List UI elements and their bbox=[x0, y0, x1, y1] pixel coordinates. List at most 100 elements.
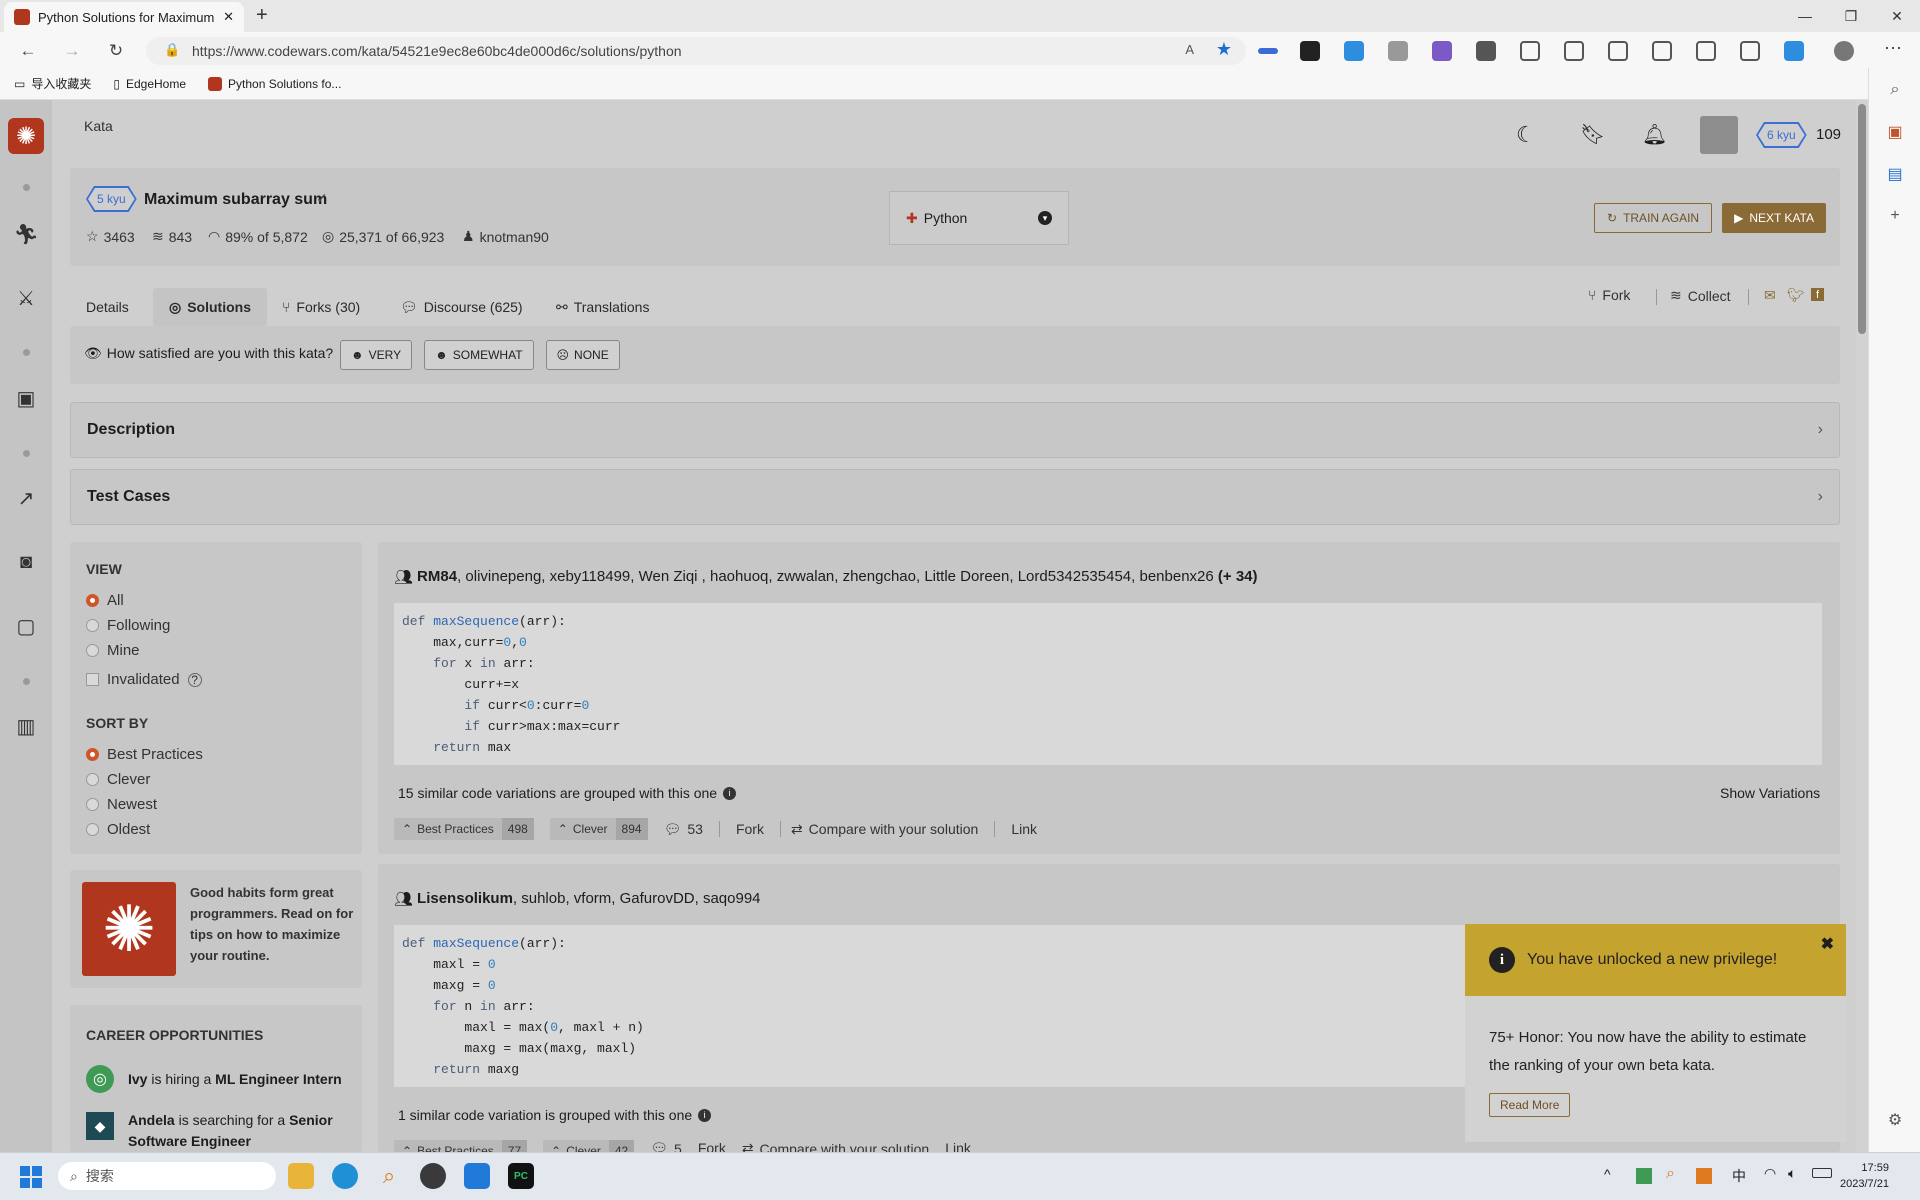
compare-button[interactable]: ⇄ Compare with your solution bbox=[742, 1140, 929, 1152]
extension-icon[interactable] bbox=[1258, 48, 1278, 54]
practice-icon[interactable]: ⚔ bbox=[14, 286, 38, 310]
search-app-icon[interactable]: ⌕ bbox=[376, 1163, 402, 1189]
forward-icon[interactable]: → bbox=[58, 38, 86, 64]
lead-author[interactable]: RM84 bbox=[417, 568, 457, 585]
search-icon[interactable]: ⌕ bbox=[1885, 80, 1905, 100]
codewars-logo-icon[interactable]: ✺ bbox=[8, 118, 44, 154]
sort-oldest-radio[interactable]: Oldest bbox=[86, 817, 203, 842]
tab-translations[interactable]: ⚯ Translations bbox=[540, 288, 665, 326]
steam-icon[interactable] bbox=[420, 1163, 446, 1189]
vote-very-button[interactable]: ☻ VERY bbox=[340, 340, 413, 370]
view-all-radio[interactable]: All bbox=[86, 588, 202, 613]
discord-icon[interactable]: ◙ bbox=[14, 550, 38, 574]
sort-best-practices-radio[interactable]: Best Practices bbox=[86, 742, 203, 767]
add-icon[interactable]: + bbox=[1885, 206, 1905, 226]
taskbar-search[interactable]: ⌕ 搜索 bbox=[58, 1162, 276, 1190]
section-title[interactable]: Kata bbox=[84, 118, 113, 134]
link-button[interactable]: Link bbox=[945, 1140, 971, 1152]
show-variations-link[interactable]: Show Variations bbox=[1720, 785, 1820, 801]
split-screen-icon[interactable] bbox=[1564, 41, 1584, 61]
briefcase-icon[interactable]: ▣ bbox=[14, 386, 38, 410]
more-authors[interactable]: (+ 34) bbox=[1214, 568, 1258, 585]
restore-button[interactable]: ❐ bbox=[1828, 0, 1874, 32]
extension-icon[interactable] bbox=[1300, 41, 1320, 61]
settings-more-icon[interactable]: ⋯ bbox=[1884, 38, 1902, 59]
training-icon[interactable]: 🏃︎ bbox=[13, 222, 38, 246]
input-method-indicator[interactable]: 中 bbox=[1732, 1166, 1746, 1186]
chat-icon[interactable]: ▢ bbox=[14, 614, 38, 638]
read-more-button[interactable]: Read More bbox=[1489, 1093, 1571, 1117]
windows-start-icon[interactable] bbox=[20, 1166, 42, 1188]
test-cases-section[interactable]: Test Cases › bbox=[70, 469, 1840, 525]
minimize-button[interactable]: — bbox=[1782, 0, 1828, 32]
compare-button[interactable]: ⇄ Compare with your solution bbox=[791, 821, 978, 838]
author-stat[interactable]: ♟ knotman90 bbox=[462, 228, 549, 245]
toolbox-icon[interactable]: ▣ bbox=[1885, 122, 1905, 142]
trending-icon[interactable]: ↗ bbox=[14, 486, 38, 510]
best-practices-vote-button[interactable]: ⌃ Best Practices 498 bbox=[394, 818, 534, 840]
address-bar[interactable]: 🔒 https://www.codewars.com/kata/54521e9e… bbox=[146, 37, 1246, 65]
description-section[interactable]: Description › bbox=[70, 402, 1840, 458]
book-icon[interactable]: ▥ bbox=[14, 714, 38, 738]
clever-vote-button[interactable]: ⌃ Clever 894 bbox=[549, 818, 648, 840]
close-window-button[interactable]: ✕ bbox=[1874, 0, 1920, 32]
fork-solution-button[interactable]: Fork bbox=[698, 1140, 726, 1152]
tab-discourse[interactable]: 💬︎ Discourse (625) bbox=[384, 288, 539, 326]
clock[interactable]: 17:59 2023/7/21 bbox=[1840, 1160, 1889, 1192]
language-select[interactable]: ✚ Python ▾ bbox=[889, 191, 1069, 245]
clever-vote-button[interactable]: ⌃ Clever 42 bbox=[543, 1140, 635, 1152]
info-icon[interactable]: i bbox=[723, 786, 737, 800]
dark-mode-icon[interactable]: ☾ bbox=[1516, 122, 1536, 148]
tab-forks[interactable]: ⑂ Forks (30) bbox=[266, 288, 376, 326]
file-explorer-icon[interactable] bbox=[288, 1163, 314, 1189]
favorites-icon[interactable] bbox=[1608, 41, 1628, 61]
train-again-button[interactable]: ↻ TRAIN AGAIN bbox=[1594, 203, 1713, 233]
profile-icon[interactable] bbox=[1834, 41, 1854, 61]
bookmark-python-solutions[interactable]: Python Solutions fo... bbox=[208, 76, 341, 91]
co-authors[interactable]: , suhlob, vform, GafurovDD, saqo994 bbox=[513, 890, 761, 907]
vote-none-button[interactable]: ☹ NONE bbox=[545, 340, 620, 370]
tray-app-icon[interactable] bbox=[1696, 1168, 1712, 1184]
facebook-share-icon[interactable]: f bbox=[1811, 288, 1824, 301]
browser-tab[interactable]: Python Solutions for Maximum s ✕ bbox=[4, 2, 244, 32]
comments-button[interactable]: 💬︎ 5 bbox=[650, 1140, 682, 1152]
outlook-icon[interactable]: ▤ bbox=[1885, 164, 1905, 184]
lead-author[interactable]: Lisensolikum bbox=[417, 890, 513, 907]
volume-icon[interactable]: 🔈︎ bbox=[1788, 1165, 1796, 1182]
info-icon[interactable]: i bbox=[698, 1108, 712, 1122]
collect-action[interactable]: ≋ Collect bbox=[1670, 287, 1731, 304]
avatar[interactable] bbox=[1700, 116, 1738, 154]
browser-essentials-icon[interactable] bbox=[1696, 41, 1716, 61]
extension-icon[interactable] bbox=[1476, 41, 1496, 61]
sort-clever-radio[interactable]: Clever bbox=[86, 767, 203, 792]
wifi-icon[interactable]: ◠ bbox=[1764, 1165, 1776, 1182]
bookmark-edgehome[interactable]: ▯ EdgeHome bbox=[113, 77, 186, 91]
read-aloud-icon[interactable]: A bbox=[1185, 42, 1194, 57]
bookmark-import[interactable]: ▭ 导入收藏夹 bbox=[14, 75, 91, 92]
view-following-radio[interactable]: Following bbox=[86, 613, 202, 638]
fork-solution-button[interactable]: Fork bbox=[736, 821, 764, 837]
notifications-bell-icon[interactable]: 🔔︎ bbox=[1642, 122, 1667, 147]
tray-search-icon[interactable]: ⌕ bbox=[1666, 1165, 1675, 1183]
tab-solutions[interactable]: ◎ Solutions bbox=[153, 288, 267, 326]
extension-icon[interactable] bbox=[1344, 41, 1364, 61]
gear-icon[interactable]: ⚙ bbox=[1885, 1110, 1905, 1130]
close-tab-icon[interactable]: ✕ bbox=[223, 9, 234, 25]
tray-chevron-icon[interactable]: ^ bbox=[1604, 1166, 1611, 1182]
link-button[interactable]: Link bbox=[1011, 821, 1037, 837]
help-icon[interactable]: ? bbox=[187, 672, 202, 687]
best-practices-vote-button[interactable]: ⌃ Best Practices 77 bbox=[394, 1140, 528, 1152]
back-icon[interactable]: ← bbox=[14, 38, 42, 64]
vscode-icon[interactable] bbox=[464, 1163, 490, 1189]
new-tab-button[interactable]: + bbox=[256, 4, 268, 27]
job-listing[interactable]: Ivy is hiring a ML Engineer Intern bbox=[128, 1071, 342, 1087]
tab-details[interactable]: Details bbox=[70, 288, 145, 326]
extension-icon[interactable] bbox=[1432, 41, 1452, 61]
view-mine-radio[interactable]: Mine bbox=[86, 638, 202, 663]
kata-title[interactable]: Maximum subarray sum bbox=[144, 191, 327, 209]
bookmark-icon[interactable]: 🔖︎ bbox=[1580, 122, 1605, 147]
extension-icon[interactable] bbox=[1388, 41, 1408, 61]
fork-action[interactable]: ⑂ Fork bbox=[1588, 287, 1630, 303]
invalidated-checkbox[interactable]: Invalidated? bbox=[86, 667, 202, 692]
co-authors[interactable]: , olivinepeng, xeby118499, Wen Ziqi , ha… bbox=[457, 568, 1214, 585]
